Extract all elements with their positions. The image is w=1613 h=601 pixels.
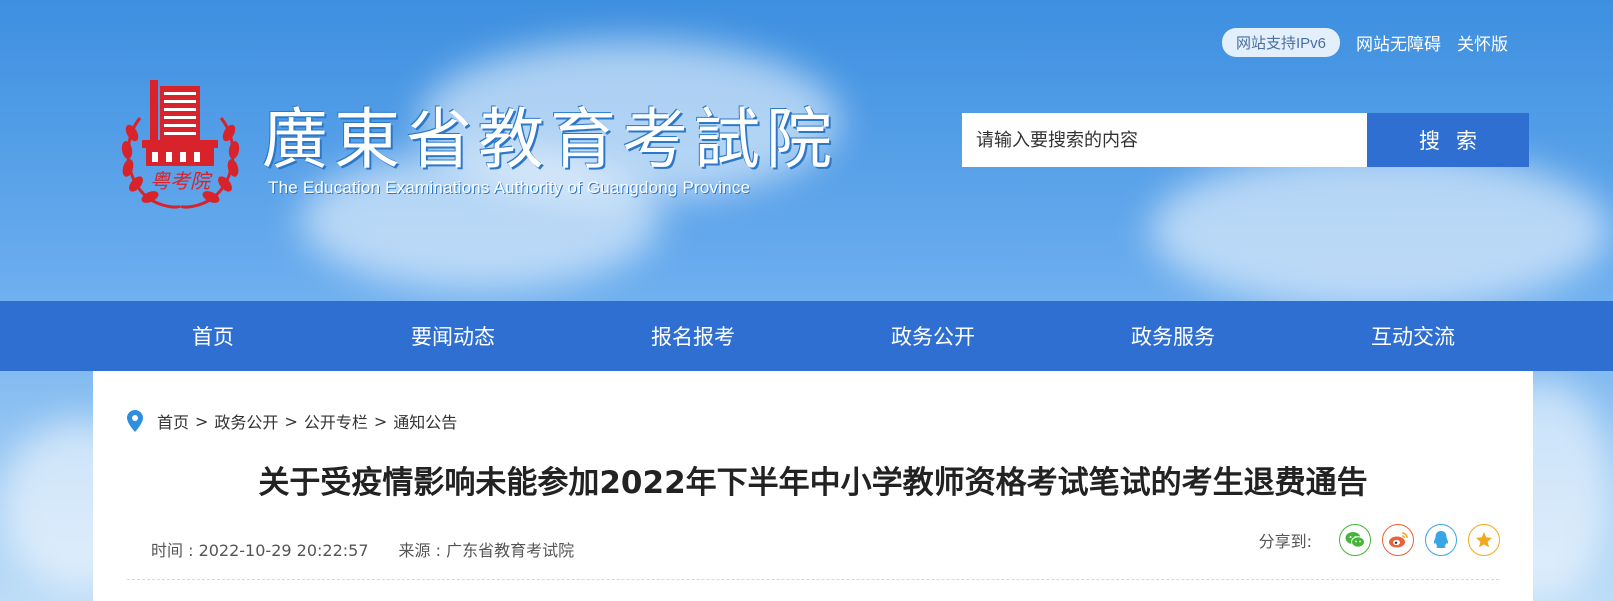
search-input[interactable] [962,113,1367,167]
top-utility-links: 网站支持IPv6 网站无障碍 关怀版 [1222,28,1508,57]
nav-item-government-services[interactable]: 政务服务 [1053,321,1293,351]
nav-item-registration[interactable]: 报名报考 [573,321,813,351]
breadcrumb-government-affairs[interactable]: 政务公开 [214,409,278,433]
article-title: 关于受疫情影响未能参加2022年下半年中小学教师资格考试笔试的考生退费通告 [258,465,1368,501]
site-title-chinese: 廣東省教育考試院 [262,101,838,178]
breadcrumb: 首页 > 政务公开 > 公开专栏 > 通知公告 [127,409,457,433]
breadcrumb-public-column[interactable]: 公开专栏 [304,409,368,433]
breadcrumb-separator: > [373,411,388,431]
search-bar: 搜索 [962,113,1529,167]
site-title-english: The Education Examinations Authority of … [268,178,751,197]
share-bar: 分享到: [1259,524,1500,556]
qq-icon[interactable] [1425,524,1457,556]
favorite-icon[interactable] [1468,524,1500,556]
breadcrumb-notices[interactable]: 通知公告 [393,409,457,433]
breadcrumb-separator: > [284,411,298,431]
nav-item-interaction[interactable]: 互动交流 [1293,321,1533,351]
meta-divider [127,579,1499,580]
site-header: 粤考院 廣東省教育考試院 The Education Examinations … [0,0,1613,301]
main-navigation: 首页 要闻动态 报名报考 政务公开 政务服务 互动交流 [0,301,1613,371]
institute-emblem-logo[interactable]: 粤考院 [118,78,243,213]
wechat-icon[interactable] [1339,524,1371,556]
search-button[interactable]: 搜索 [1367,113,1529,167]
elderly-care-mode-link[interactable]: 关怀版 [1457,30,1508,55]
nav-item-news[interactable]: 要闻动态 [333,321,573,351]
breadcrumb-home[interactable]: 首页 [157,409,189,433]
article-source: 来源 : 广东省教育考试院 [398,541,575,560]
weibo-icon[interactable] [1382,524,1414,556]
nav-item-government-affairs[interactable]: 政务公开 [813,321,1053,351]
breadcrumb-separator: > [195,411,209,431]
location-pin-icon [127,410,143,432]
ipv6-support-badge: 网站支持IPv6 [1222,28,1341,57]
nav-item-home[interactable]: 首页 [93,321,333,351]
svg-text:粤考院: 粤考院 [150,169,213,193]
share-label: 分享到: [1258,532,1312,551]
article-meta: 时间 : 2022-10-29 20:22:57 来源 : 广东省教育考试院 [151,537,574,561]
accessibility-link[interactable]: 网站无障碍 [1356,30,1441,55]
publish-time: 时间 : 2022-10-29 20:22:57 [151,541,369,560]
article-panel: 首页 > 政务公开 > 公开专栏 > 通知公告 关于受疫情影响未能参加2022年… [93,371,1533,601]
